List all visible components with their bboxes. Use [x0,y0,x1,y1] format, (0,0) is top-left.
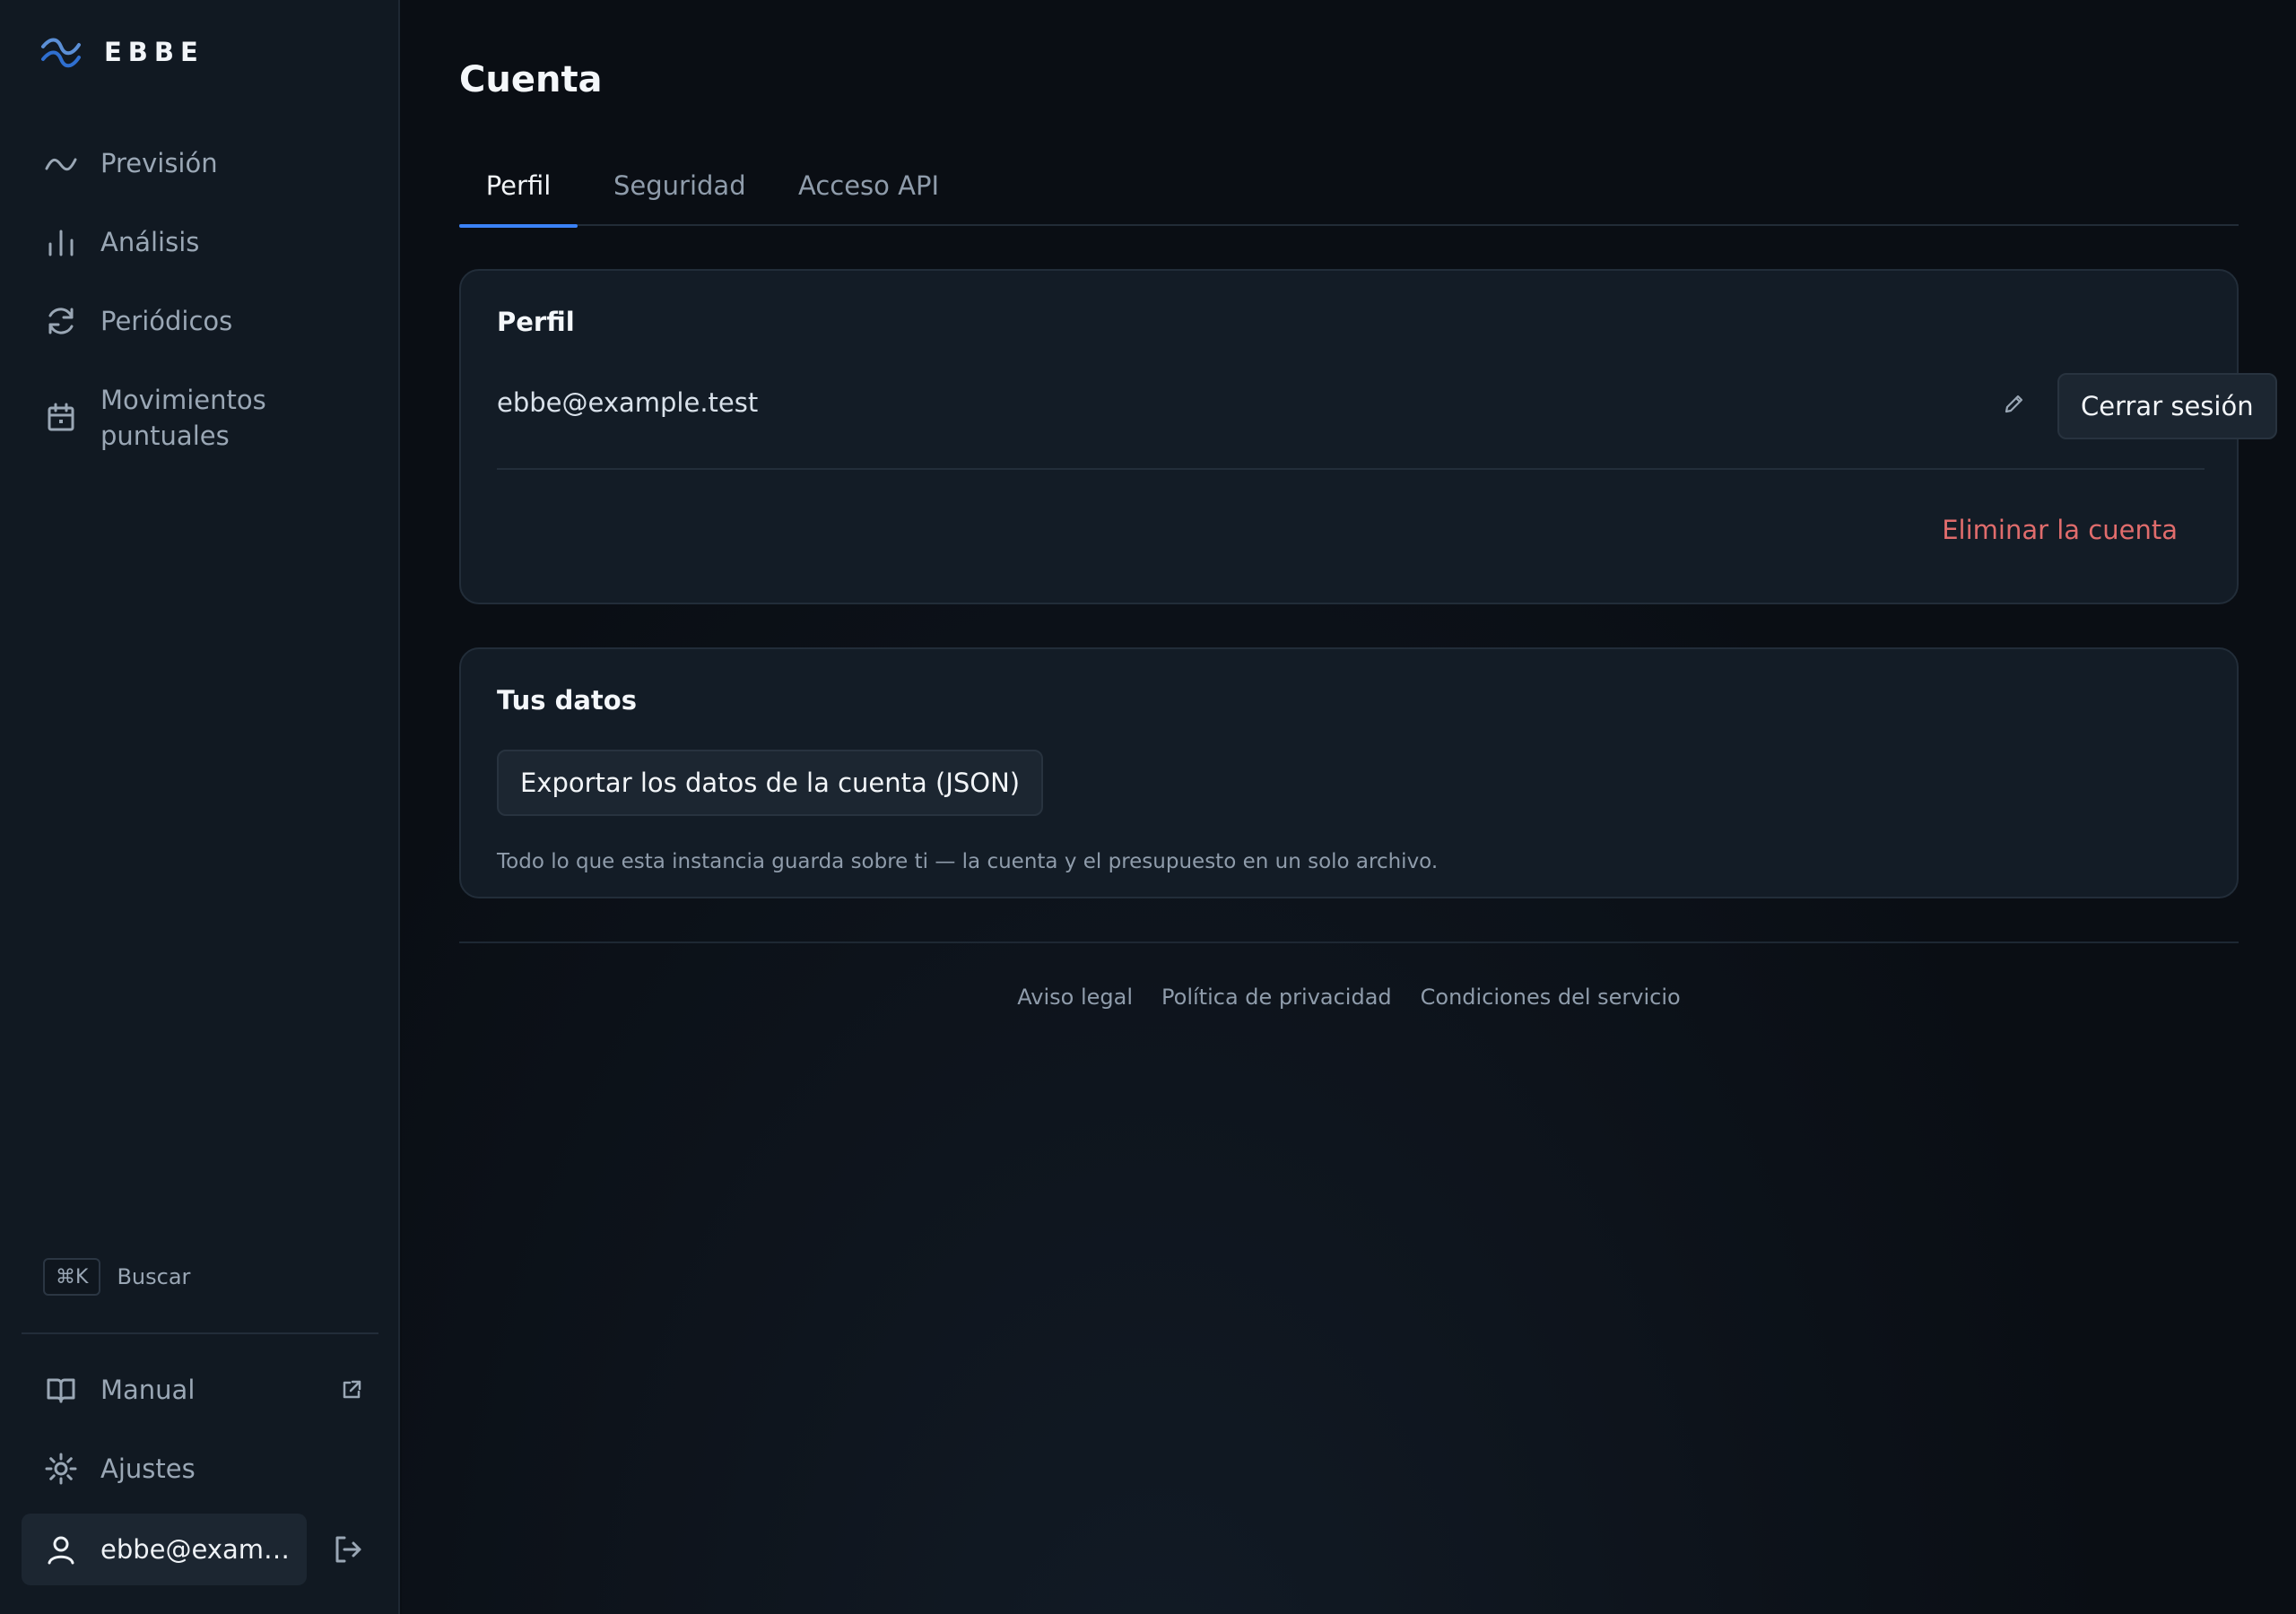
card-title: Tus datos [497,685,637,716]
tab-label: Perfil [485,170,552,201]
tab-perfil[interactable]: Perfil [459,160,578,228]
trend-line-icon [22,145,100,181]
pencil-icon[interactable] [1998,387,2031,420]
user-account-chip[interactable]: ebbe@examp... [22,1514,307,1585]
tab-bar: Perfil Seguridad Acceso API [459,160,2239,228]
nav-item-analisis[interactable]: Análisis [22,224,377,260]
nav-item-ajustes[interactable]: Ajustes [22,1451,377,1487]
nav-item-periodicos[interactable]: Periódicos [22,303,377,339]
brand-name: EBBE [104,37,204,67]
nav-label: Periódicos [100,306,233,336]
user-email-label: ebbe@examp... [100,1534,296,1565]
external-link-icon [339,1377,364,1409]
footer-link-privacy[interactable]: Política de privacidad [1161,985,1392,1010]
card-title: Perfil [497,307,575,337]
nav-label: Análisis [100,227,200,257]
sun-icon [22,1451,100,1487]
export-help-text: Todo lo que esta instancia guarda sobre … [497,850,1439,873]
main-content: Cuenta Perfil Seguridad Acceso API Perfi… [402,0,2296,1614]
nav-label: Ajustes [100,1453,196,1484]
profile-card: Perfil ebbe@example.test Cerrar sesión E… [459,269,2277,604]
bar-chart-icon [22,224,100,260]
sidebar-divider [22,1332,378,1334]
kbd-shortcut: ⌘K [43,1258,101,1296]
footer-link-terms[interactable]: Condiciones del servicio [1421,985,1681,1010]
tab-label: Acceso API [798,170,940,201]
refresh-icon [22,303,100,339]
delete-account-link[interactable]: Eliminar la cuenta [1942,515,2178,545]
card-divider [497,468,2205,470]
nav-item-movimientos-puntuales[interactable]: Movimientos puntuales [22,382,377,454]
sidebar: EBBE Previsión Análisis Periódicos Movim… [0,0,400,1614]
footer-divider [459,941,2239,943]
footer-link-legal[interactable]: Aviso legal [1017,985,1133,1010]
user-icon [22,1532,100,1567]
book-icon [22,1372,100,1408]
tab-seguridad[interactable]: Seguridad [613,160,746,226]
wave-logo-icon [36,29,86,75]
search-label: Buscar [117,1264,191,1289]
tab-acceso-api[interactable]: Acceso API [798,160,939,226]
calendar-icon [22,400,100,436]
search-shortcut[interactable]: ⌘K Buscar [43,1258,190,1296]
nav-item-prevision[interactable]: Previsión [22,145,377,181]
profile-email: ebbe@example.test [497,387,759,418]
tab-label: Seguridad [613,170,746,201]
brand[interactable]: EBBE [36,29,204,75]
nav-label: Previsión [100,148,218,178]
footer-links: Aviso legal Política de privacidad Condi… [459,985,2239,1010]
logout-icon[interactable] [328,1530,368,1569]
logout-button[interactable]: Cerrar sesión [2057,373,2277,439]
page-title: Cuenta [459,59,603,100]
data-card: Tus datos Exportar los datos de la cuent… [459,647,2239,898]
nav-label: Movimientos puntuales [100,385,266,451]
nav-label: Manual [100,1375,196,1405]
nav-item-manual[interactable]: Manual [22,1372,377,1408]
export-data-button[interactable]: Exportar los datos de la cuenta (JSON) [497,750,1044,816]
